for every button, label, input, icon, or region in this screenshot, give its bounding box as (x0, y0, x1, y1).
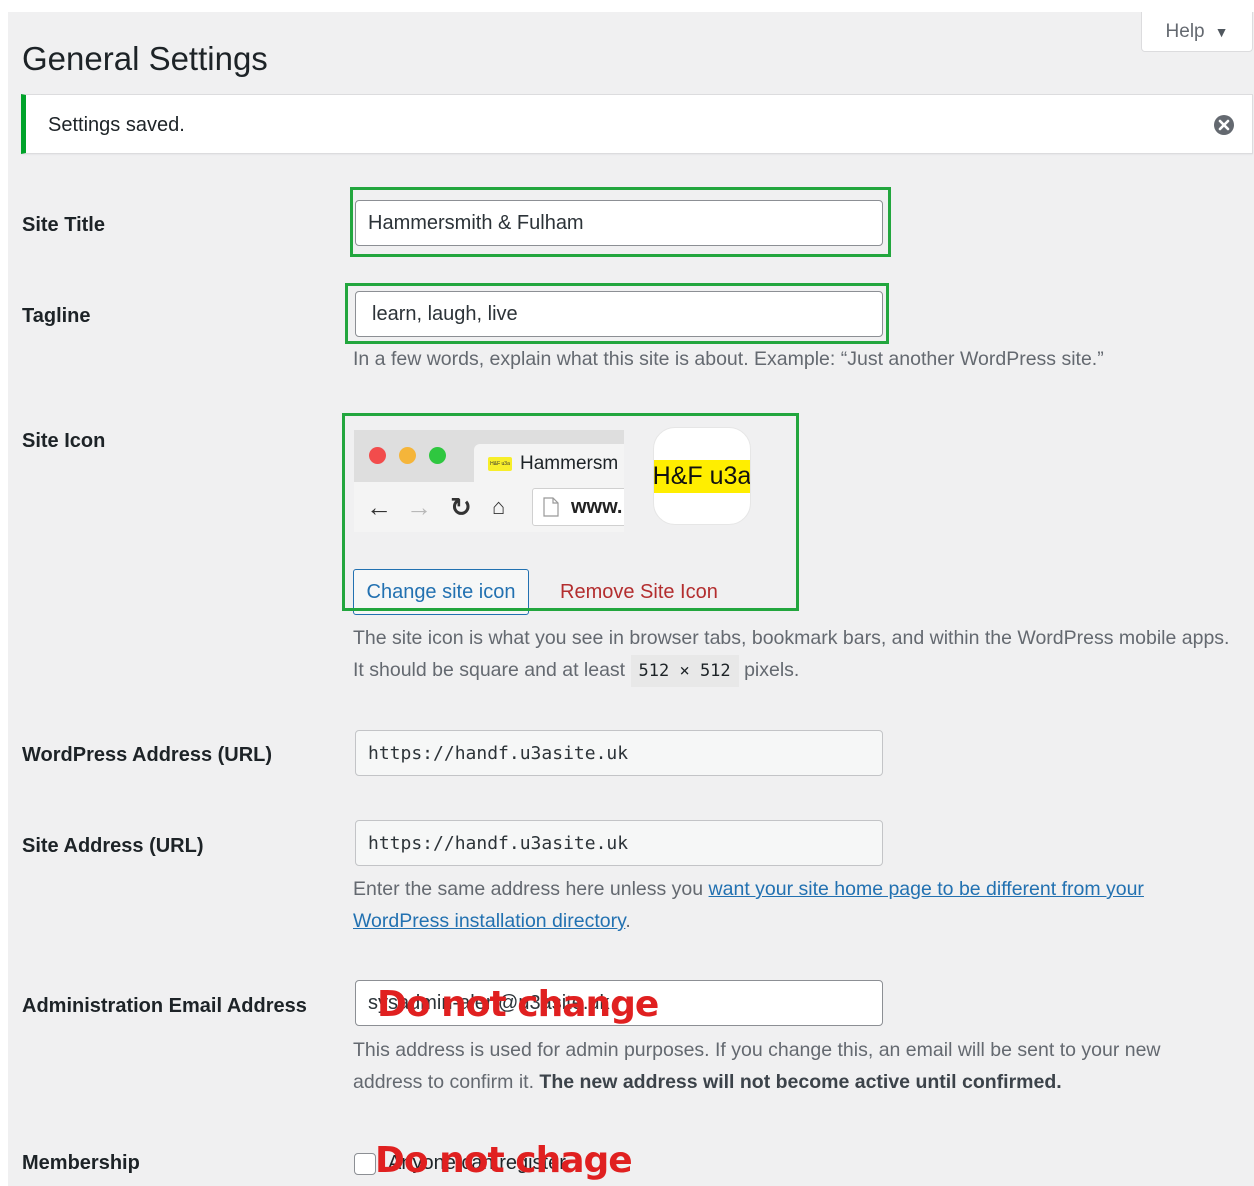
settings-saved-notice: Settings saved. (21, 94, 1253, 154)
preview-tab-bar: H&F u3a Hammersm (354, 430, 624, 484)
preview-url-text: www. (571, 495, 623, 518)
minimize-dot-icon (399, 447, 416, 464)
preview-url-box: www. (532, 488, 624, 526)
triangle-down-icon: ▼ (1214, 23, 1229, 40)
close-dot-icon (369, 447, 386, 464)
back-arrow-icon: ← (366, 492, 392, 522)
site-icon-size-code: 512 × 512 (630, 655, 739, 687)
admin-email-label: Administration Email Address (22, 995, 307, 1017)
site-icon-label: Site Icon (22, 430, 106, 452)
page-title: General Settings (22, 40, 268, 77)
site-icon-image: H&F u3a (653, 427, 751, 525)
notice-message: Settings saved. (48, 114, 185, 136)
site-icon-description: The site icon is what you see in browser… (353, 622, 1243, 687)
tagline-label: Tagline (22, 305, 91, 327)
maximize-dot-icon (429, 447, 446, 464)
favicon-mini-icon: H&F u3a (488, 457, 512, 471)
do-not-change-overlay-membership: Do not chage (375, 1140, 633, 1181)
dismiss-circle-icon[interactable] (1212, 113, 1236, 137)
site-title-value: Hammersmith & Fulham (368, 211, 584, 234)
reload-icon: ↻ (450, 492, 472, 522)
site-address-value: https://handf.u3asite.uk (368, 832, 629, 854)
preview-tab: H&F u3a Hammersm (474, 444, 624, 484)
preview-nav-bar: ← → ↻ ⌂ www. (354, 482, 624, 532)
site-address-desc-after: . (625, 910, 631, 932)
help-label: Help (1165, 20, 1205, 42)
tagline-value: learn, laugh, live (372, 302, 518, 325)
admin-email-desc-bold: The new address will not become active u… (539, 1071, 1062, 1093)
site-icon-text: H&F u3a (654, 459, 750, 493)
membership-label: Membership (22, 1152, 140, 1174)
site-address-description: Enter the same address here unless you w… (353, 873, 1233, 937)
wp-address-input[interactable]: https://handf.u3asite.uk (355, 730, 883, 776)
remove-site-icon-link[interactable]: Remove Site Icon (560, 581, 718, 604)
browser-preview: H&F u3a Hammersm ← → ↻ ⌂ www. (354, 430, 624, 532)
change-site-icon-button[interactable]: Change site icon (353, 569, 529, 615)
site-title-input[interactable]: Hammersmith & Fulham (355, 200, 883, 246)
anyone-can-register-checkbox[interactable] (354, 1153, 376, 1175)
home-icon: ⌂ (492, 494, 506, 519)
preview-tab-title: Hammersm (520, 453, 619, 474)
page-icon (543, 497, 559, 517)
forward-arrow-icon: → (406, 492, 432, 522)
help-tab-button[interactable]: Help ▼ (1141, 12, 1253, 52)
site-address-label: Site Address (URL) (22, 835, 204, 857)
site-icon-desc-after: pixels. (744, 659, 800, 681)
site-title-label: Site Title (22, 214, 105, 236)
tagline-input[interactable]: learn, laugh, live (355, 291, 883, 337)
site-address-desc-before: Enter the same address here unless you (353, 878, 704, 900)
wp-address-label: WordPress Address (URL) (22, 744, 273, 766)
do-not-change-overlay-email: Do not change (377, 984, 659, 1025)
site-address-input[interactable]: https://handf.u3asite.uk (355, 820, 883, 866)
admin-email-description: This address is used for admin purposes.… (353, 1034, 1233, 1098)
tagline-description: In a few words, explain what this site i… (353, 348, 1104, 370)
wp-address-value: https://handf.u3asite.uk (368, 742, 629, 764)
